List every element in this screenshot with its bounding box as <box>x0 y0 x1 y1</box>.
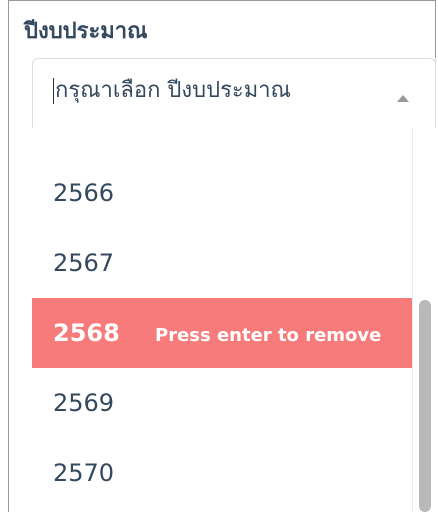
scrollbar-track[interactable] <box>412 128 436 512</box>
remove-hint: Press enter to remove <box>155 325 382 346</box>
option-2565[interactable]: 2565 <box>32 128 412 150</box>
field-label: ปีงบประมาณ <box>24 19 148 44</box>
fiscal-year-select[interactable]: กรุณาเลือก ปีงบประมาณ <box>32 58 436 128</box>
option-label: 2565 <box>53 128 155 150</box>
option-label: 2570 <box>53 459 115 487</box>
option-2569[interactable]: 2569 <box>32 368 412 438</box>
option-2567[interactable]: 2567 <box>32 228 412 298</box>
option-2566[interactable]: 2566 <box>32 158 412 228</box>
option-2570[interactable]: 2570 <box>32 438 412 508</box>
options-list[interactable]: 2565 2566 2567 2568 Press enter to remove… <box>32 128 412 512</box>
scrollbar-thumb[interactable] <box>419 300 431 512</box>
chevron-up-icon[interactable] <box>397 95 409 102</box>
option-label: 2568 <box>53 319 120 347</box>
option-label: 2569 <box>53 389 115 417</box>
text-caret <box>53 78 54 104</box>
option-label: 2566 <box>53 179 115 207</box>
option-label: 2567 <box>53 249 115 277</box>
select-placeholder[interactable]: กรุณาเลือก ปีงบประมาณ <box>55 76 291 106</box>
option-2568-highlighted[interactable]: 2568 Press enter to remove <box>32 298 412 368</box>
